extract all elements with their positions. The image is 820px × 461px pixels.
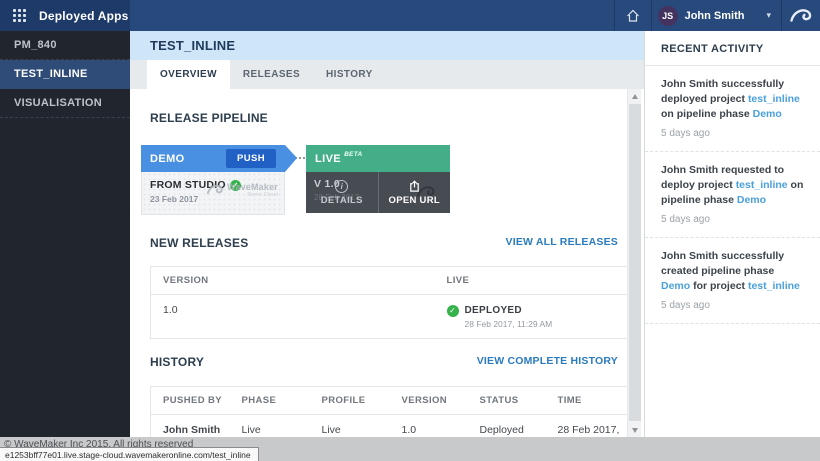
- pipeline-arrow-icon: [285, 145, 297, 172]
- activity-timestamp: 5 days ago: [661, 214, 806, 225]
- history-heading: HISTORY: [150, 355, 204, 369]
- release-status-cell: ✓ DEPLOYED 28 Feb 2017, 11:29 AM: [435, 295, 628, 339]
- sidebar-item-test-inline[interactable]: TEST_INLINE: [0, 60, 130, 89]
- release-pipeline-heading: RELEASE PIPELINE: [150, 111, 268, 125]
- vertical-scrollbar[interactable]: [627, 89, 641, 437]
- scroll-down-button[interactable]: [628, 423, 642, 437]
- details-button[interactable]: i DETAILS: [306, 172, 378, 213]
- app-title: Deployed Apps: [39, 9, 129, 23]
- live-card-header: LIVE BETA: [306, 145, 450, 172]
- watermark-name: WaveMaker: [227, 182, 278, 192]
- avatar: JS: [658, 6, 678, 26]
- phase-link[interactable]: Demo: [661, 280, 690, 292]
- sidebar: PM_840 TEST_INLINE VISUALISATION: [0, 31, 130, 437]
- activity-text: John Smith successfully created pipeline…: [661, 250, 784, 277]
- live-card-body: V 1.0 28 Feb 2017 i DETAILS OPEN URL: [306, 172, 450, 213]
- activity-text: for project: [690, 280, 748, 292]
- details-label: DETAILS: [321, 195, 363, 206]
- project-link[interactable]: test_inline: [748, 280, 800, 292]
- browser-status-url: e1253bff77e01.live.stage-cloud.wavemaker…: [0, 447, 259, 461]
- recent-activity-heading: RECENT ACTIVITY: [645, 31, 820, 66]
- push-button[interactable]: PUSH: [226, 149, 276, 168]
- caret-down-icon: ▾: [766, 10, 771, 21]
- new-releases-table: VERSION LIVE 1.0 ✓ DEPLOYED 28 Feb 2017: [150, 266, 628, 339]
- history-pushed-by: John Smith: [151, 415, 230, 438]
- overview-content: RELEASE PIPELINE DEMO PUSH FROM STUDIO ✓…: [130, 89, 644, 437]
- history-status: Deployed: [468, 415, 546, 438]
- live-phase-card: LIVE BETA V 1.0 28 Feb 2017 i DETAILS: [306, 145, 450, 213]
- demo-phase-card: DEMO PUSH FROM STUDIO ✓ 23 Feb 2017 Wave…: [141, 145, 285, 215]
- brand-area: Deployed Apps: [0, 0, 130, 31]
- user-menu[interactable]: JS John Smith ▾: [652, 0, 781, 31]
- scrollbar-thumb[interactable]: [629, 104, 641, 421]
- beta-badge: BETA: [344, 151, 362, 158]
- wavemaker-wave-icon: [206, 181, 224, 199]
- phase-link[interactable]: Demo: [753, 108, 782, 120]
- topbar: Deployed Apps JS John Smith ▾: [0, 0, 820, 31]
- new-releases-heading: NEW RELEASES: [150, 236, 248, 250]
- release-version-cell: 1.0: [151, 295, 435, 339]
- phase-link[interactable]: Demo: [737, 194, 766, 206]
- project-link[interactable]: test_inline: [736, 179, 788, 191]
- table-row: John Smith Live Live 1.0 Deployed 28 Feb…: [151, 415, 628, 438]
- demo-card-body: FROM STUDIO ✓ 23 Feb 2017 WaveMaker Demo…: [141, 172, 285, 215]
- col-version: VERSION: [151, 267, 435, 295]
- demo-phase-label: DEMO: [150, 153, 185, 165]
- view-all-releases-link[interactable]: VIEW ALL RELEASES: [506, 236, 619, 248]
- scroll-up-button[interactable]: [628, 89, 642, 103]
- history-time: 28 Feb 2017,: [546, 415, 628, 438]
- deployed-time: 28 Feb 2017, 11:29 AM: [465, 319, 553, 329]
- col-pushed-by: PUSHED BY: [151, 387, 230, 415]
- table-header-row: VERSION LIVE: [151, 267, 628, 295]
- col-status: STATUS: [468, 387, 546, 415]
- history-profile-link[interactable]: Live: [310, 415, 390, 438]
- view-complete-history-link[interactable]: VIEW COMPLETE HISTORY: [477, 355, 618, 367]
- tab-history[interactable]: HISTORY: [313, 60, 386, 89]
- project-link[interactable]: test_inline: [748, 93, 800, 105]
- demo-card-header: DEMO PUSH: [141, 145, 285, 172]
- bottom-strip: © WaveMaker Inc 2015. All rights reserve…: [0, 437, 820, 461]
- history-table: PUSHED BY PHASE PROFILE VERSION STATUS T…: [150, 386, 628, 437]
- tab-releases[interactable]: RELEASES: [230, 60, 313, 89]
- watermark-sub: Demo Cloud: [227, 192, 278, 198]
- col-profile: PROFILE: [310, 387, 390, 415]
- tabbar: OVERVIEW RELEASES HISTORY: [130, 60, 644, 89]
- tab-overview[interactable]: OVERVIEW: [147, 60, 230, 89]
- live-phase-label: LIVE: [315, 153, 341, 165]
- main-panel: TEST_INLINE OVERVIEW RELEASES HISTORY RE…: [130, 31, 644, 437]
- activity-timestamp: 5 days ago: [661, 128, 806, 139]
- wavemaker-logo-icon[interactable]: [782, 0, 820, 31]
- table-header-row: PUSHED BY PHASE PROFILE VERSION STATUS T…: [151, 387, 628, 415]
- apps-grid-icon[interactable]: [13, 9, 26, 22]
- sidebar-item-visualisation[interactable]: VISUALISATION: [0, 89, 130, 118]
- page-title: TEST_INLINE: [130, 31, 644, 60]
- username: John Smith: [685, 10, 745, 22]
- open-url-icon: [408, 180, 421, 193]
- col-phase: PHASE: [230, 387, 310, 415]
- deployed-label: DEPLOYED: [465, 305, 522, 316]
- activity-text: on pipeline phase: [661, 108, 753, 120]
- scroll-down-icon: [632, 428, 638, 433]
- col-live: LIVE: [435, 267, 628, 295]
- history-phase: Live: [230, 415, 310, 438]
- col-version: VERSION: [390, 387, 468, 415]
- recent-activity-panel: RECENT ACTIVITY John Smith successfully …: [644, 31, 820, 437]
- history-version: 1.0: [390, 415, 468, 438]
- home-icon[interactable]: [615, 0, 651, 31]
- table-row: 1.0 ✓ DEPLOYED 28 Feb 2017, 11:29 AM: [151, 295, 628, 339]
- activity-timestamp: 5 days ago: [661, 300, 806, 311]
- info-icon: i: [335, 180, 348, 193]
- sidebar-item-pm-840[interactable]: PM_840: [0, 31, 130, 60]
- deployed-apps-screen: Deployed Apps JS John Smith ▾ PM_840 TES…: [0, 0, 820, 461]
- deployed-check-icon: ✓: [447, 305, 459, 317]
- activity-item: John Smith successfully created pipeline…: [645, 238, 820, 324]
- open-url-button[interactable]: OPEN URL: [378, 172, 451, 213]
- open-url-label: OPEN URL: [389, 195, 441, 206]
- activity-item: John Smith successfully deployed project…: [645, 66, 820, 152]
- col-time: TIME: [546, 387, 628, 415]
- wavemaker-watermark: WaveMaker Demo Cloud: [206, 181, 278, 199]
- activity-item: John Smith requested to deploy project t…: [645, 152, 820, 238]
- scroll-up-icon: [632, 94, 638, 99]
- topbar-right: JS John Smith ▾: [614, 0, 820, 31]
